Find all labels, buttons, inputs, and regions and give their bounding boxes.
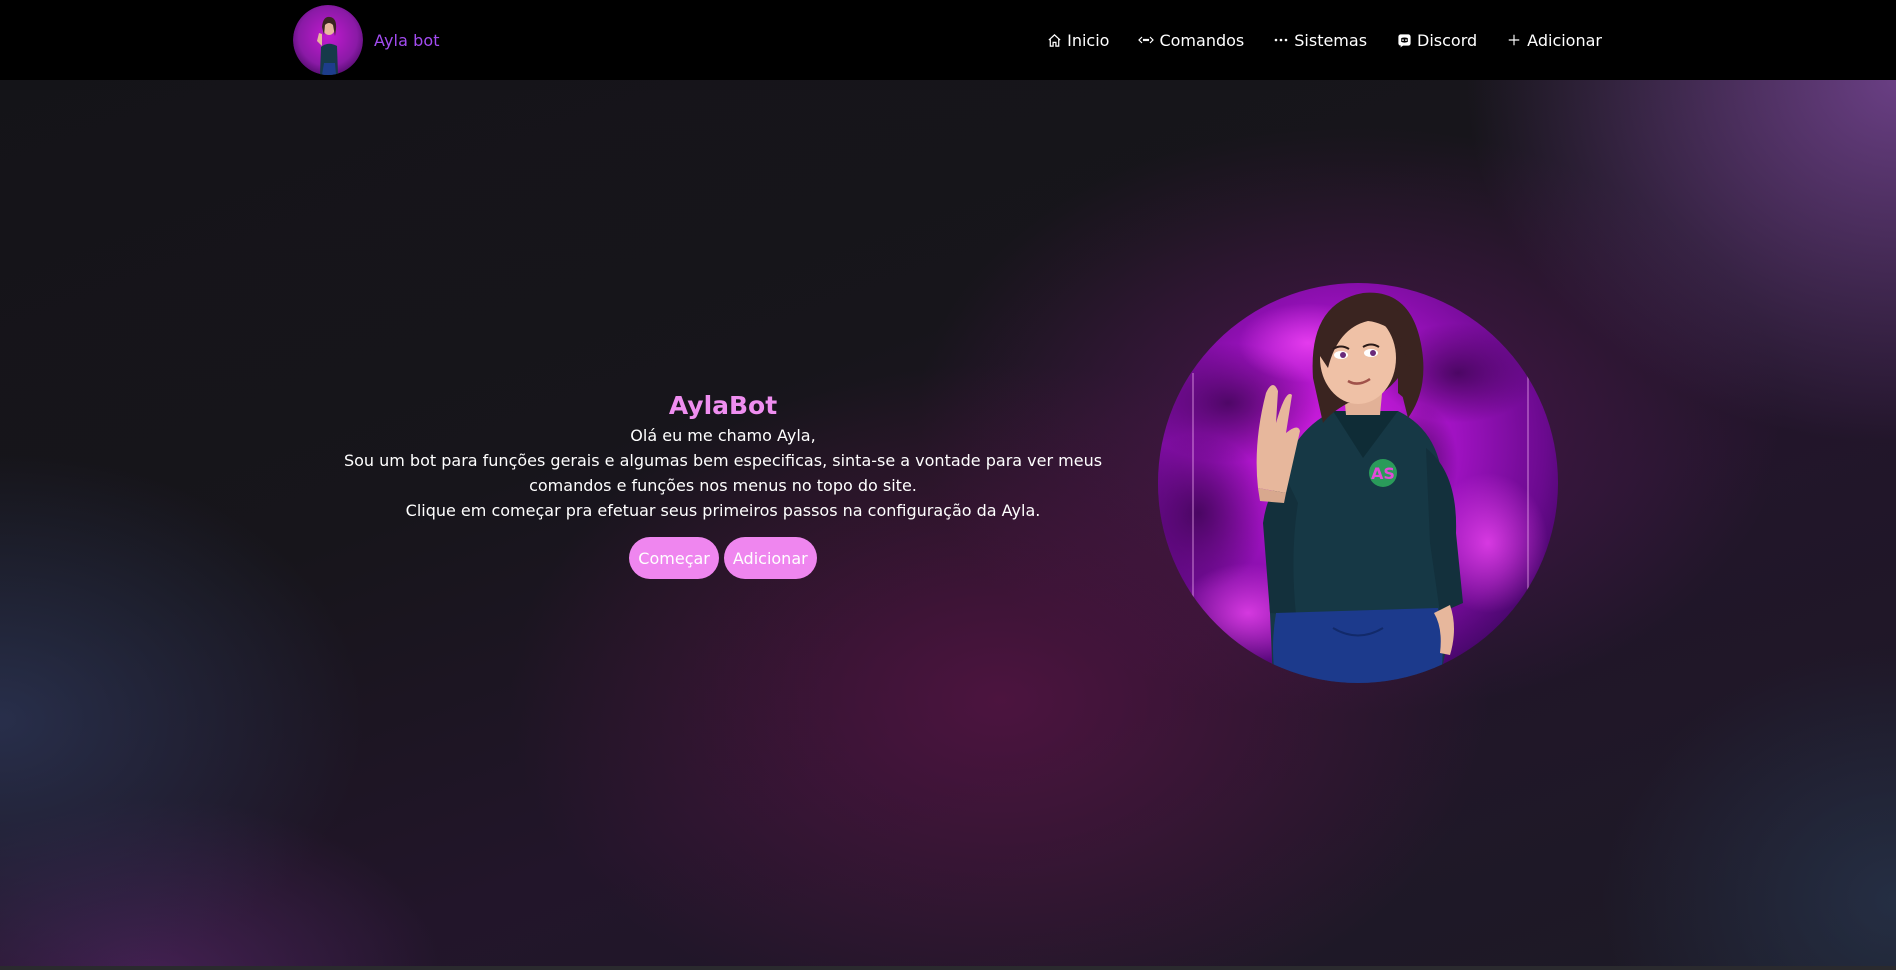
home-icon bbox=[1046, 32, 1062, 48]
discord-icon bbox=[1396, 32, 1412, 48]
navbar: Ayla bot Inicio Comandos Sistemas Discor… bbox=[0, 0, 1896, 80]
nav-comandos-label: Comandos bbox=[1159, 30, 1245, 50]
svg-text:AS: AS bbox=[1371, 464, 1395, 483]
brand-name: Ayla bot bbox=[374, 30, 440, 50]
nav-links: Inicio Comandos Sistemas Discord Adicion… bbox=[1046, 0, 1602, 80]
hero-cta-text: Clique em começar pra efetuar seus prime… bbox=[405, 501, 1041, 520]
nav-discord-label: Discord bbox=[1417, 30, 1478, 50]
nav-discord[interactable]: Discord bbox=[1396, 31, 1477, 50]
start-button[interactable]: Começar bbox=[629, 537, 719, 579]
hero-greeting: Olá eu me chamo Ayla, bbox=[630, 426, 816, 445]
ayla-character-portrait: AS bbox=[1158, 283, 1558, 683]
hero-buttons: Começar Adicionar bbox=[323, 537, 1123, 579]
bottom-edge-strip bbox=[0, 966, 1896, 970]
hero-description-line2: comandos e funções nos menus no topo do … bbox=[529, 476, 917, 495]
ellipsis-icon bbox=[1273, 32, 1289, 48]
brand-link[interactable]: Ayla bot bbox=[293, 5, 440, 75]
hero-title: AylaBot bbox=[668, 391, 778, 420]
hero-description-line1: Sou um bot para funções gerais e algumas… bbox=[343, 451, 1103, 470]
nav-sistemas-label: Sistemas bbox=[1294, 30, 1368, 50]
nav-adicionar-label: Adicionar bbox=[1527, 30, 1602, 50]
nav-adicionar[interactable]: Adicionar bbox=[1506, 31, 1602, 50]
nav-comandos[interactable]: Comandos bbox=[1138, 31, 1244, 50]
nav-inicio[interactable]: Inicio bbox=[1046, 31, 1109, 50]
nav-inicio-label: Inicio bbox=[1067, 30, 1110, 50]
nav-sistemas[interactable]: Sistemas bbox=[1273, 31, 1367, 50]
page-background: Ayla bot Inicio Comandos Sistemas Discor… bbox=[0, 0, 1896, 966]
hero-section: AylaBot Olá eu me chamo Ayla, Sou um bot… bbox=[323, 388, 1123, 579]
code-arrows-icon bbox=[1138, 32, 1155, 48]
ayla-avatar-icon bbox=[293, 5, 363, 75]
add-bot-button[interactable]: Adicionar bbox=[723, 537, 817, 579]
plus-icon bbox=[1506, 32, 1522, 48]
